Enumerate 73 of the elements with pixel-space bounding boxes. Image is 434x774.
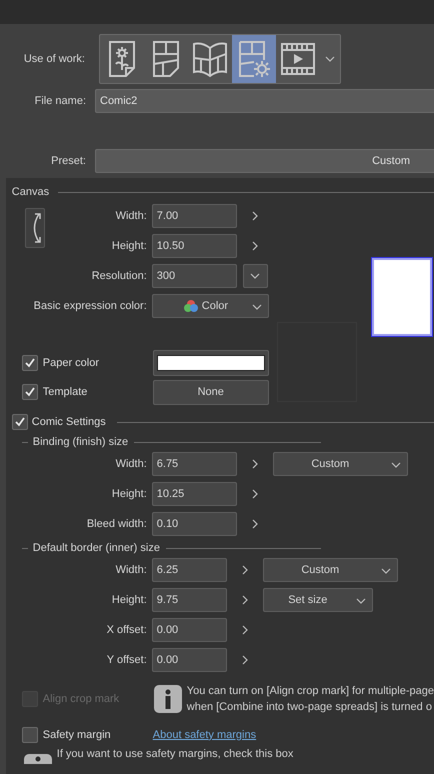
checkbox[interactable] [22,727,38,743]
chevron-right-icon [240,564,249,576]
field-label: Width: [114,456,148,472]
info-icon [24,752,52,764]
number-field[interactable]: 9.75 [152,588,227,612]
open-book-icon [191,40,229,78]
panel-gear-icon [237,40,271,78]
field-label: Basic expression color: [32,298,148,314]
help-link[interactable]: About safety margins [152,726,256,744]
color-circles-icon [182,299,199,313]
orientation-button[interactable] [24,208,45,248]
file-name-field[interactable]: Comic2 [95,89,434,113]
info-icon [154,685,182,713]
template-button[interactable]: None [152,380,269,404]
chevron-down-icon [390,461,402,469]
number-field[interactable]: 0.10 [152,512,237,536]
chevron-down-icon [380,567,392,575]
preset-label: Preset: [50,154,86,169]
chevron-down-icon [250,303,263,311]
chevron-right-icon [240,624,249,636]
preset-dropdown[interactable]: Custom [95,149,434,173]
film-play-icon [280,42,316,76]
field-label: Height: [110,592,148,608]
dropdown-button[interactable] [242,264,268,288]
checkbox-label: Align crop mark [42,692,120,707]
field-label: Width: [114,562,148,578]
color-mode-dropdown[interactable]: Color [152,294,269,318]
number-field[interactable]: 7.00 [152,204,237,228]
info-text: You can turn on [Align crop mark] for multiple-page [186,684,434,699]
file-name-label: File name: [34,94,86,109]
chevron-right-icon [250,458,259,470]
chevron-right-icon [250,488,259,500]
field-label: Resolution: [90,268,148,284]
number-field[interactable]: 6.75 [152,452,237,476]
checkbox-label: Template [42,384,88,400]
chevron-down-icon [324,55,336,63]
size-dropdown[interactable]: Custom [262,558,398,582]
subsection-title: Default border (inner) size [32,540,160,556]
checkbox-label: Paper color [42,356,100,371]
field-label: X offset: [106,622,148,638]
field-label: Bleed width: [86,516,148,532]
checkbox[interactable] [12,414,28,430]
chevron-right-icon [250,240,259,252]
chevron-right-icon [240,594,249,606]
section-title: Comic Settings [32,414,106,430]
chevron-down-icon [249,272,262,280]
chevron-right-icon [240,654,249,666]
color-swatch[interactable] [152,350,269,376]
chevron-right-icon [250,210,259,222]
subsection-title: Binding (finish) size [32,434,128,450]
chevron-down-icon [354,597,367,605]
number-field[interactable]: 10.50 [152,234,237,258]
number-field[interactable]: 10.25 [152,482,237,506]
checkbox[interactable] [22,384,38,400]
use-of-work-label: Use of work: [22,52,86,67]
chevron-right-icon [250,518,259,530]
hint-text: If you want to use safety margins, check this box [56,748,294,761]
info-text: when [Combine into two-page spreads] is turned o [186,700,433,715]
size-dropdown[interactable]: Custom [272,452,408,476]
field-label: Y offset: [106,652,148,668]
section-title: Canvas [12,184,50,200]
number-field[interactable]: 0.00 [152,618,227,642]
number-field[interactable]: 6.25 [152,558,227,582]
number-field[interactable]: 0.00 [152,648,227,672]
checkbox-label: Safety margin [42,728,112,743]
checkbox[interactable] [22,355,38,371]
number-field[interactable]: 300 [152,264,237,288]
field-label: Height: [110,486,148,502]
panel-page-icon [151,40,181,78]
field-label: Height: [110,238,148,254]
flower-page-icon [107,40,137,78]
size-dropdown[interactable]: Set size [262,588,373,612]
field-label: Width: [114,208,148,224]
